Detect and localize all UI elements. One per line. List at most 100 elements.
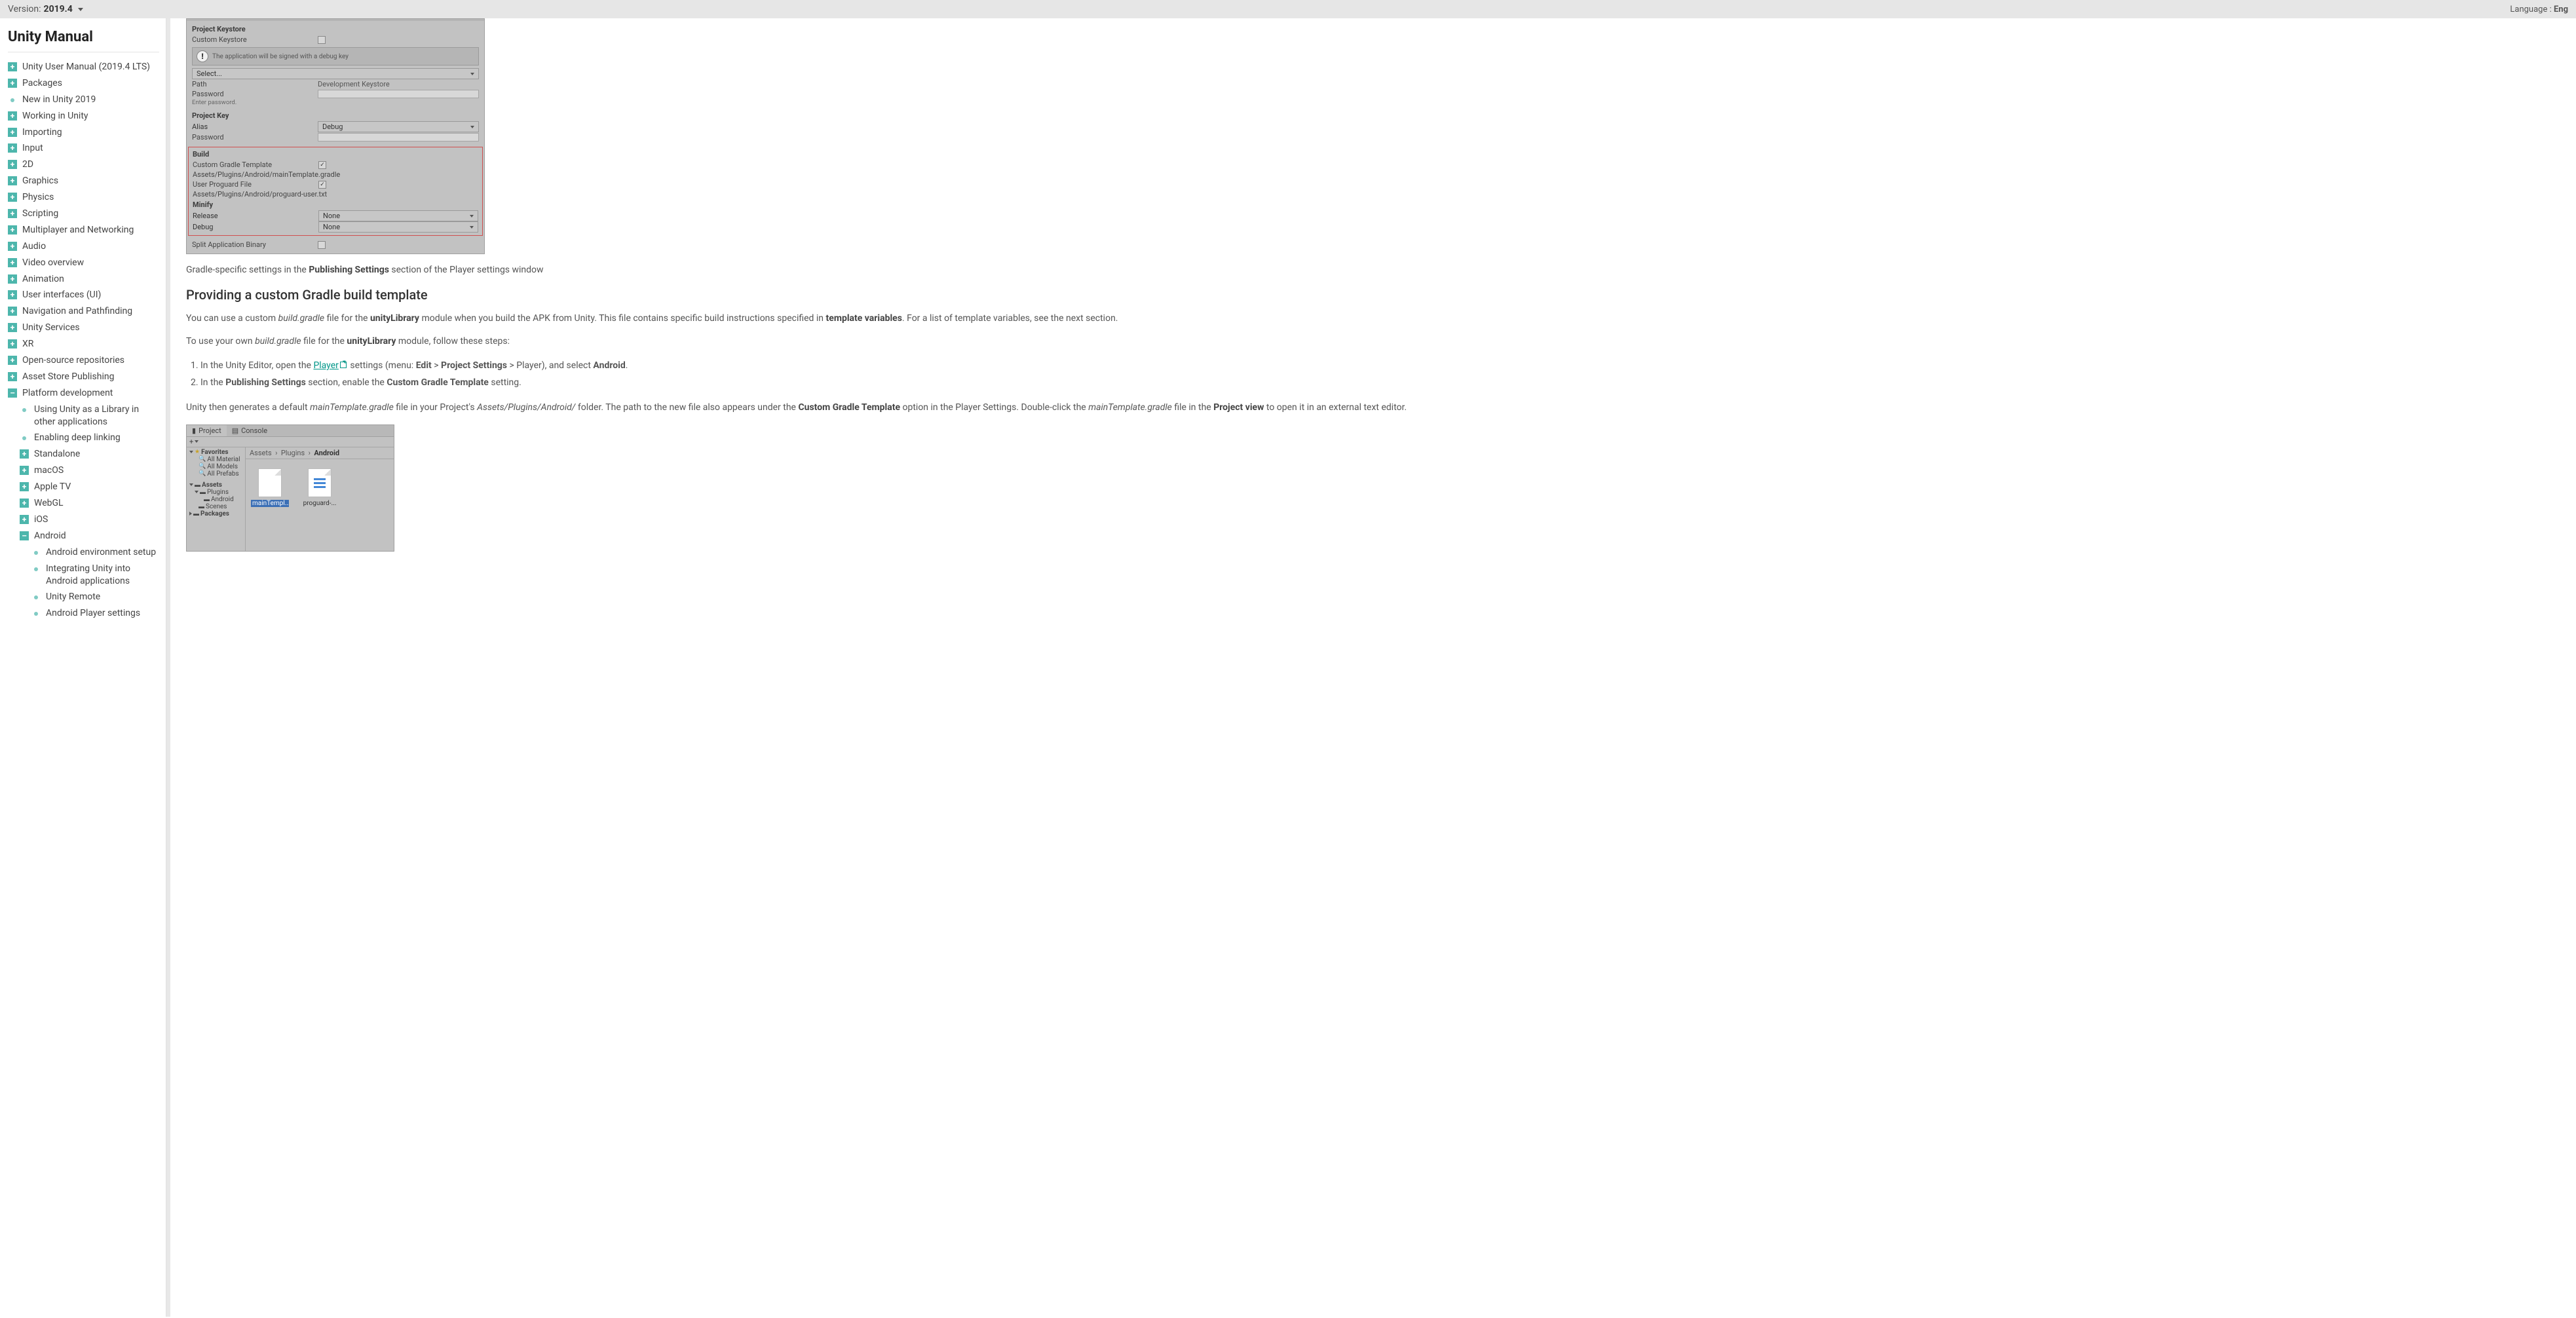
debug-label: Debug [193,223,318,231]
tree-scenes[interactable]: ▬Scenes [188,503,244,510]
sidebar-item[interactable]: Navigation and Pathfinding [8,303,159,320]
sidebar-item[interactable]: Animation [8,271,159,288]
key-password-input[interactable] [318,133,479,141]
expand-icon[interactable] [8,372,17,381]
expand-icon[interactable] [20,482,29,491]
expand-icon[interactable] [8,160,17,169]
sidebar-item[interactable]: Importing [8,124,159,141]
breadcrumb-assets[interactable]: Assets [250,449,272,457]
sidebar-item-label: Animation [22,273,64,286]
sidebar-item[interactable]: Packages [8,75,159,92]
breadcrumb-plugins[interactable]: Plugins [281,449,305,457]
sidebar-item[interactable]: Unity Services [8,320,159,336]
file-main-template[interactable]: mainTempl... [251,468,289,542]
expand-icon[interactable] [8,274,17,284]
sidebar: Unity Manual Unity User Manual (2019.4 L… [0,18,166,1317]
collapse-icon[interactable] [8,388,17,398]
bullet-icon [34,551,38,555]
file-proguard[interactable]: proguard-... [301,468,339,542]
sidebar-item[interactable]: Android Player settings [8,605,159,622]
sidebar-item[interactable]: Physics [8,189,159,206]
sidebar-item[interactable]: Audio [8,238,159,255]
expand-icon[interactable] [8,242,17,251]
tree-favorites[interactable]: ★Favorites [188,449,244,456]
expand-icon[interactable] [8,62,17,71]
sidebar-item[interactable]: Video overview [8,255,159,271]
custom-keystore-checkbox[interactable] [318,36,326,44]
tab-project[interactable]: ▮ Project [187,425,227,436]
sidebar-item[interactable]: WebGL [8,495,159,512]
build-title: Build [193,149,478,160]
sidebar-item[interactable]: Standalone [8,446,159,462]
custom-gradle-checkbox[interactable]: ✓ [318,161,326,169]
user-proguard-checkbox[interactable]: ✓ [318,181,326,189]
sidebar-item[interactable]: Scripting [8,206,159,222]
expand-icon[interactable] [8,111,17,121]
sidebar-item[interactable]: User interfaces (UI) [8,287,159,303]
version-selector[interactable]: Version: 2019.4 [8,4,83,14]
debug-minify-dropdown[interactable]: None [318,221,478,233]
chevron-down-icon [78,8,83,11]
sidebar-item[interactable]: Unity User Manual (2019.4 LTS) [8,59,159,75]
sidebar-item[interactable]: Platform development [8,385,159,402]
sidebar-item[interactable]: iOS [8,512,159,528]
tree-all-materials[interactable]: 🔍All Material [188,456,244,463]
sidebar-item[interactable]: Android environment setup [8,544,159,561]
expand-icon[interactable] [8,128,17,137]
warning-icon: ! [197,50,208,62]
expand-icon[interactable] [8,356,17,365]
tree-assets[interactable]: ▬Assets [188,481,244,489]
expand-icon[interactable] [8,176,17,185]
expand-icon[interactable] [8,307,17,316]
collapse-icon[interactable] [20,531,29,540]
sidebar-item[interactable]: Open-source repositories [8,352,159,369]
expand-icon[interactable] [20,499,29,508]
sidebar-item[interactable]: XR [8,336,159,352]
sidebar-item[interactable]: Using Unity as a Library in other applic… [8,402,159,430]
tree-packages[interactable]: ▬Packages [188,510,244,518]
split-binary-checkbox[interactable] [318,241,326,249]
expand-icon[interactable] [8,339,17,348]
expand-icon[interactable] [20,466,29,475]
language-selector[interactable]: Language : Eng [2510,5,2568,14]
keystore-password-input[interactable] [318,90,479,98]
breadcrumb-android[interactable]: Android [314,449,339,457]
expand-icon[interactable] [8,323,17,332]
expand-icon[interactable] [8,79,17,88]
expand-icon[interactable] [20,515,29,524]
expand-icon[interactable] [8,193,17,202]
expand-icon[interactable] [8,290,17,299]
sidebar-item[interactable]: macOS [8,462,159,479]
tree-all-prefabs[interactable]: 🔍All Prefabs [188,470,244,478]
sidebar-item[interactable]: Apple TV [8,479,159,495]
tree-android[interactable]: ▬Android [188,496,244,503]
sidebar-item[interactable]: Enabling deep linking [8,430,159,446]
keystore-select-dropdown[interactable]: Select... [192,68,479,79]
player-link[interactable]: Player [313,360,338,371]
add-button[interactable]: + [189,438,193,446]
sidebar-item[interactable]: Multiplayer and Networking [8,222,159,238]
sidebar-item[interactable]: Input [8,140,159,157]
tree-plugins[interactable]: ▬Plugins [188,489,244,496]
sidebar-item[interactable]: Asset Store Publishing [8,369,159,385]
sidebar-item[interactable]: Unity Remote [8,589,159,605]
sidebar-item[interactable]: Integrating Unity into Android applicati… [8,561,159,590]
custom-gradle-label: Custom Gradle Template [193,160,318,169]
expand-icon[interactable] [8,143,17,153]
build-section-highlight: Build Custom Gradle Template ✓ Assets/Pl… [188,147,483,236]
alias-dropdown[interactable]: Debug [318,121,479,132]
sidebar-item[interactable]: 2D [8,157,159,173]
expand-icon[interactable] [8,258,17,267]
chevron-down-icon [470,226,474,229]
release-minify-dropdown[interactable]: None [318,210,478,221]
sidebar-item[interactable]: New in Unity 2019 [8,92,159,108]
tree-all-models[interactable]: 🔍All Models [188,463,244,470]
expand-icon[interactable] [8,225,17,235]
sidebar-item[interactable]: Working in Unity [8,108,159,124]
sidebar-item[interactable]: Android [8,528,159,544]
expand-icon[interactable] [8,209,17,218]
expand-icon[interactable] [20,449,29,459]
tab-console[interactable]: ▤ Console [227,425,273,436]
sidebar-item[interactable]: Graphics [8,173,159,189]
search-icon: 🔍 [199,456,206,462]
